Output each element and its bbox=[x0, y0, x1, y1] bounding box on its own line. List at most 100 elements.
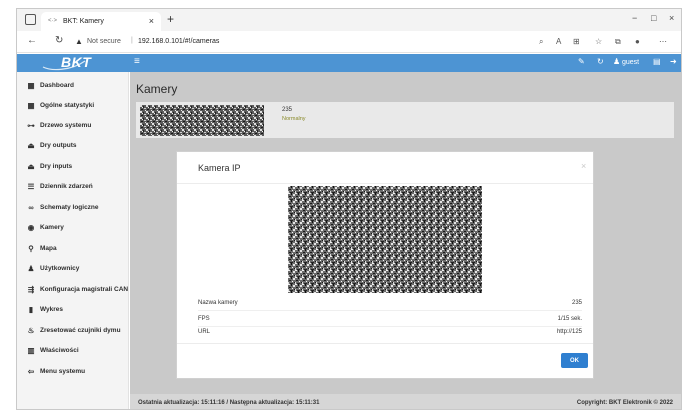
collections-icon[interactable]: ⧉ bbox=[615, 37, 621, 47]
sidebar-item-cameras[interactable]: ◉ Kamery bbox=[17, 218, 129, 236]
close-icon[interactable]: × bbox=[581, 161, 586, 171]
relay-icon: ⏏ bbox=[27, 141, 35, 150]
sidebar-item-label: Dry outputs bbox=[40, 142, 77, 149]
bar-chart-icon: ▮ bbox=[28, 305, 34, 314]
sidebar: ▦ Dashboard ▦ Ogólne statystyki ⊶ Drzewo… bbox=[17, 72, 129, 409]
camera-icon: ◉ bbox=[27, 223, 35, 232]
new-tab-button[interactable]: + bbox=[167, 12, 174, 26]
reload-icon[interactable]: ↻ bbox=[55, 36, 63, 46]
sidebar-item-users[interactable]: ♟ Użytkownicy bbox=[17, 259, 129, 277]
logout-icon[interactable]: ➜ bbox=[670, 57, 677, 66]
notifications-icon[interactable]: ▤ bbox=[653, 57, 661, 66]
minimize-icon[interactable]: − bbox=[632, 13, 637, 23]
properties-icon: ▥ bbox=[27, 346, 35, 355]
sidebar-item-label: Kamery bbox=[40, 224, 64, 231]
sidebar-item-system-menu[interactable]: ⇦ Menu systemu bbox=[17, 362, 129, 380]
copyright-text: Copyright: BKT Elektronik © 2022 bbox=[576, 400, 673, 406]
app-header: BKT ≡ ✎ ↻ ♟ guest ▤ ➜ bbox=[17, 54, 681, 72]
camera-card[interactable]: 235 Normalny bbox=[136, 102, 674, 138]
address-separator: | bbox=[131, 37, 133, 44]
map-pin-icon: ⚲ bbox=[28, 244, 34, 253]
bus-icon: ⇶ bbox=[27, 285, 35, 294]
sidebar-item-event-log[interactable]: ☰ Dziennik zdarzeń bbox=[17, 177, 129, 195]
sidebar-item-label: Użytkownicy bbox=[40, 265, 80, 272]
address-bar: ← ↻ ▲ Not secure | 192.168.0.101/#!/came… bbox=[17, 31, 681, 53]
row-label: URL bbox=[198, 329, 211, 335]
status-footer: Ostatnia aktualizacja: 15:11:16 / Następ… bbox=[130, 394, 681, 409]
logo-text[interactable]: BKT bbox=[61, 54, 91, 70]
tab-favicon-icon: <·> bbox=[48, 18, 58, 24]
sidebar-item-dry-outputs[interactable]: ⏏ Dry outputs bbox=[17, 136, 129, 154]
sidebar-item-label: Dry inputs bbox=[40, 163, 73, 170]
camera-name-row: Nazwa kamery 235 bbox=[198, 296, 582, 311]
sidebar-item-dashboard[interactable]: ▦ Dashboard bbox=[17, 76, 129, 94]
favorites-star-icon[interactable]: ☆ bbox=[595, 37, 602, 46]
modal-title: Kamera IP bbox=[198, 163, 241, 173]
sidebar-item-label: Zresetować czujniki dymu bbox=[40, 327, 121, 334]
url-field[interactable]: 192.168.0.101/#!/cameras bbox=[138, 38, 219, 45]
read-aloud-icon[interactable]: A bbox=[556, 37, 561, 46]
fps-row: FPS 1/15 sek. bbox=[198, 312, 582, 327]
divider bbox=[177, 343, 593, 344]
sidebar-item-dry-inputs[interactable]: ⏏ Dry inputs bbox=[17, 157, 129, 175]
user-name[interactable]: guest bbox=[622, 59, 639, 66]
divider bbox=[198, 310, 582, 311]
profile-icon[interactable]: ● bbox=[635, 37, 640, 46]
search-icon[interactable]: ⌕ bbox=[539, 37, 543, 47]
camera-status: Normalny bbox=[282, 116, 306, 122]
maximize-icon[interactable]: □ bbox=[651, 13, 656, 23]
link-icon: ∞ bbox=[28, 203, 34, 212]
grid-icon: ▦ bbox=[27, 101, 35, 110]
sidebar-item-chart[interactable]: ▮ Wykres bbox=[17, 300, 129, 318]
extensions-icon[interactable]: ⊞ bbox=[573, 37, 580, 46]
camera-modal: Kamera IP × Nazwa kamery 235 FPS 1/15 se… bbox=[176, 151, 594, 379]
sidebar-item-label: Konfiguracja magistrali CAN bbox=[40, 286, 129, 293]
camera-name: 235 bbox=[282, 107, 293, 113]
sidebar-item-label: Dashboard bbox=[40, 82, 74, 89]
divider bbox=[177, 183, 593, 184]
row-value: 1/15 sek. bbox=[557, 316, 582, 322]
ok-button[interactable]: OK bbox=[561, 353, 588, 368]
sidebar-item-label: Wykres bbox=[40, 306, 64, 313]
warning-icon[interactable]: ▲ bbox=[75, 37, 83, 46]
user-icon[interactable]: ♟ bbox=[613, 57, 620, 66]
sidebar-item-statistics[interactable]: ▦ Ogólne statystyki bbox=[17, 96, 129, 114]
page-title: Kamery bbox=[136, 82, 178, 96]
hamburger-menu-icon[interactable]: ≡ bbox=[134, 56, 140, 67]
tree-icon: ⊶ bbox=[27, 121, 35, 130]
window-menu-icon[interactable] bbox=[25, 14, 36, 25]
sidebar-item-label: Właściwości bbox=[40, 347, 79, 354]
sidebar-item-properties[interactable]: ▥ Właściwości bbox=[17, 341, 129, 359]
tools-icon[interactable]: ✎ bbox=[578, 57, 585, 66]
back-arrow-icon[interactable]: ← bbox=[27, 36, 37, 46]
sidebar-item-label: Ogólne statystyki bbox=[40, 102, 95, 109]
browser-tab[interactable]: <·> BKT: Kamery × bbox=[41, 12, 161, 31]
sidebar-item-logic-schemes[interactable]: ∞ Schematy logiczne bbox=[17, 198, 129, 216]
refresh-icon[interactable]: ↻ bbox=[597, 57, 604, 66]
menu-icon: ⇦ bbox=[27, 367, 35, 376]
sidebar-item-label: Dziennik zdarzeń bbox=[40, 183, 93, 190]
tab-close-icon[interactable]: × bbox=[149, 16, 154, 26]
sidebar-item-system-tree[interactable]: ⊶ Drzewo systemu bbox=[17, 116, 129, 134]
smoke-icon: ♨ bbox=[27, 326, 35, 335]
sidebar-item-label: Menu systemu bbox=[40, 368, 86, 375]
camera-thumbnail[interactable] bbox=[140, 105, 264, 136]
last-update-text: Ostatnia aktualizacja: 15:11:16 / Następ… bbox=[138, 400, 320, 406]
list-icon: ☰ bbox=[27, 182, 35, 191]
row-value: 235 bbox=[571, 300, 582, 306]
row-label: FPS bbox=[198, 316, 210, 322]
grid-icon: ▦ bbox=[27, 81, 35, 90]
more-options-icon[interactable]: ⋯ bbox=[659, 37, 667, 46]
sidebar-item-reset-smoke[interactable]: ♨ Zresetować czujniki dymu bbox=[17, 321, 129, 339]
row-value: http://125 bbox=[556, 329, 582, 335]
camera-image bbox=[288, 186, 482, 293]
sidebar-item-map[interactable]: ⚲ Mapa bbox=[17, 239, 129, 257]
relay-icon: ⏏ bbox=[27, 162, 35, 171]
security-label[interactable]: Not secure bbox=[87, 38, 121, 45]
close-window-icon[interactable]: × bbox=[669, 13, 674, 23]
tab-title: BKT: Kamery bbox=[63, 18, 104, 25]
browser-window: <·> BKT: Kamery × + − □ × ← ↻ ▲ Not secu… bbox=[16, 8, 682, 410]
sidebar-item-can-config[interactable]: ⇶ Konfiguracja magistrali CAN bbox=[17, 280, 129, 298]
sidebar-item-label: Mapa bbox=[40, 245, 57, 252]
sidebar-item-label: Schematy logiczne bbox=[40, 204, 99, 211]
